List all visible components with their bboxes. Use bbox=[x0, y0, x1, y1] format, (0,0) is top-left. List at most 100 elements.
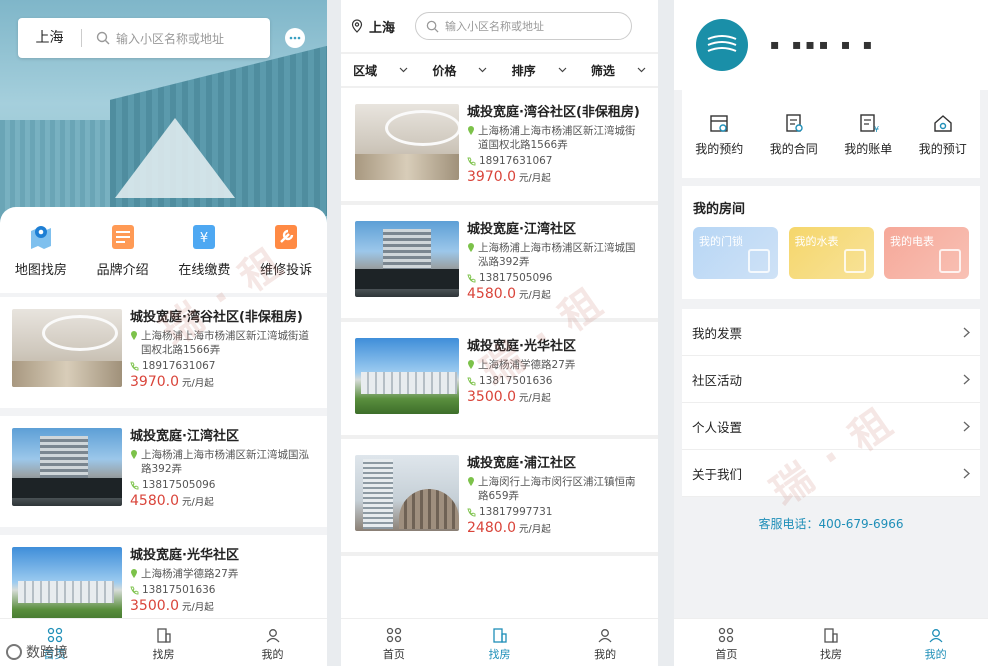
listing-price: 4580.0 bbox=[467, 286, 516, 302]
quick-brand[interactable]: 品牌介绍 bbox=[85, 221, 161, 293]
menu-appointments[interactable]: 我的预约 bbox=[695, 112, 743, 157]
building-sign: 成投宽庭 bbox=[358, 272, 415, 287]
listing-card[interactable]: 城投宽庭·湾谷社区(非保租房) 上海杨浦上海市杨浦区新江湾城街道国权北路1566… bbox=[341, 88, 658, 205]
row-personal-settings[interactable]: 个人设置 bbox=[682, 403, 980, 450]
listing-phone[interactable]: 18917631067 bbox=[142, 360, 216, 372]
row-label: 社区活动 bbox=[692, 372, 743, 388]
listing-phone[interactable]: 13817505096 bbox=[479, 272, 553, 284]
filter-area[interactable]: 区域 bbox=[341, 54, 420, 86]
city-selector[interactable]: 上海 bbox=[18, 29, 82, 47]
service-hotline[interactable]: 客服电话：400-679-6966 bbox=[674, 515, 988, 532]
chevron-right-icon bbox=[963, 421, 970, 431]
find-house-screen: 上海 输入小区名称或地址 区域 价格 排序 筛选 城投宽庭·湾谷社区(非保租房)… bbox=[341, 0, 658, 666]
chevron-down-icon bbox=[558, 67, 567, 73]
listing-card[interactable]: 城投宽庭·光华社区 上海杨浦学德路27弄 13817501636 3500.0 元… bbox=[341, 322, 658, 439]
tile-label: 我的电表 bbox=[890, 235, 934, 248]
tab-label: 首页 bbox=[382, 648, 405, 661]
tab-mine[interactable]: 我的 bbox=[552, 619, 658, 666]
filter-sort[interactable]: 排序 bbox=[500, 54, 579, 86]
location-icon bbox=[468, 243, 474, 252]
water-meter-tile[interactable]: 我的水表 bbox=[788, 227, 874, 279]
listing-address-row: 上海杨浦学德路27弄 bbox=[130, 567, 315, 581]
city-selector[interactable]: 上海 bbox=[369, 17, 395, 36]
listing-photo bbox=[355, 104, 459, 180]
listing-price: 4580.0 bbox=[130, 493, 179, 509]
tab-mine[interactable]: 我的 bbox=[218, 619, 327, 666]
listing-list: 城投宽庭·湾谷社区(非保租房) 上海杨浦上海市杨浦区新江湾城街道国权北路1566… bbox=[0, 297, 327, 654]
brand-icon bbox=[111, 225, 134, 249]
location-icon bbox=[131, 450, 137, 459]
price-unit: 元/月起 bbox=[182, 378, 214, 389]
listing-phone-row: 13817505096 bbox=[467, 272, 644, 284]
quick-payment[interactable]: ¥ 在线缴费 bbox=[166, 221, 242, 293]
listing-address-row: 上海杨浦上海市杨浦区新江湾城街道国权北路1566弄 bbox=[130, 329, 315, 357]
phone-icon bbox=[467, 377, 476, 385]
chevron-right-icon bbox=[963, 327, 970, 337]
tab-label: 我的 bbox=[594, 648, 617, 661]
door-lock-icon bbox=[748, 249, 770, 273]
listing-phone[interactable]: 13817505096 bbox=[142, 479, 216, 491]
tab-find-house[interactable]: 找房 bbox=[109, 619, 218, 666]
listing-title: 城投宽庭·湾谷社区(非保租房) bbox=[467, 105, 640, 120]
message-icon[interactable] bbox=[284, 27, 306, 49]
row-about-us[interactable]: 关于我们 bbox=[682, 450, 980, 497]
user-icon bbox=[598, 629, 612, 643]
row-invoices[interactable]: 我的发票 bbox=[682, 309, 980, 356]
menu-contracts[interactable]: 我的合同 bbox=[770, 112, 818, 157]
location-icon bbox=[131, 569, 137, 578]
phone-icon bbox=[130, 586, 139, 594]
tab-find-house[interactable]: 找房 bbox=[447, 619, 553, 666]
listing-price-row: 4580.0 元/月起 bbox=[130, 493, 315, 509]
quick-map-search[interactable]: 地图找房 bbox=[3, 221, 79, 293]
section-title: 我的房间 bbox=[693, 202, 746, 217]
listing-phone[interactable]: 13817997731 bbox=[479, 506, 553, 518]
phone-icon bbox=[130, 362, 139, 370]
quick-repair[interactable]: 维修投诉 bbox=[248, 221, 324, 293]
home-icon bbox=[719, 627, 734, 643]
listing-card[interactable]: 成投宽庭 城投宽庭·江湾社区 上海杨浦上海市杨浦区新江湾城国泓路392弄 138… bbox=[341, 205, 658, 322]
listing-address-row: 上海杨浦上海市杨浦区新江湾城国泓路392弄 bbox=[467, 241, 644, 269]
location-icon bbox=[351, 19, 363, 33]
listing-title: 城投宽庭·浦江社区 bbox=[467, 456, 576, 471]
door-lock-tile[interactable]: 我的门锁 bbox=[693, 227, 778, 279]
menu-label: 我的预约 bbox=[695, 141, 744, 156]
logo-text: 数跨境 bbox=[26, 645, 68, 661]
listing-phone-row: 18917631067 bbox=[130, 360, 315, 372]
bottom-tab-bar: 首页 找房 我的 bbox=[674, 618, 988, 666]
menu-label: 我的预订 bbox=[918, 141, 967, 156]
quick-label: 品牌介绍 bbox=[96, 263, 149, 278]
search-bar[interactable]: 上海 输入小区名称或地址 bbox=[18, 18, 270, 58]
filter-label: 筛选 bbox=[590, 63, 615, 78]
tab-find-house[interactable]: 找房 bbox=[779, 619, 884, 666]
listing-phone[interactable]: 13817501636 bbox=[479, 375, 553, 387]
listing-card[interactable]: 成投宽庭 城投宽庭·江湾社区 上海杨浦上海市杨浦区新江湾城国泓路392弄 138… bbox=[0, 416, 327, 527]
listing-card[interactable]: 城投宽庭·湾谷社区(非保租房) 上海杨浦上海市杨浦区新江湾城街道国权北路1566… bbox=[0, 297, 327, 408]
settings-list: 我的发票 社区活动 个人设置 关于我们 bbox=[682, 309, 980, 497]
listing-phone[interactable]: 18917631067 bbox=[479, 155, 553, 167]
quick-label: 地图找房 bbox=[14, 263, 67, 278]
menu-bills[interactable]: ¥ 我的账单 bbox=[844, 112, 892, 157]
location-icon bbox=[468, 360, 474, 369]
listing-price: 3500.0 bbox=[467, 389, 516, 405]
tab-home[interactable]: 首页 bbox=[674, 619, 779, 666]
search-icon bbox=[426, 20, 439, 33]
filter-more[interactable]: 筛选 bbox=[579, 54, 658, 86]
electric-meter-tile[interactable]: 我的电表 bbox=[884, 227, 969, 279]
row-community-events[interactable]: 社区活动 bbox=[682, 356, 980, 403]
menu-reservations[interactable]: 我的预订 bbox=[919, 112, 967, 157]
search-input[interactable]: 输入小区名称或地址 bbox=[415, 12, 633, 40]
listing-card[interactable]: 城投宽庭·浦江社区 上海闵行上海市闵行区浦江镇恒南路659弄 138179977… bbox=[341, 439, 658, 556]
listing-price: 2480.0 bbox=[467, 520, 516, 536]
listing-address: 上海杨浦上海市杨浦区新江湾城国泓路392弄 bbox=[141, 449, 309, 475]
listing-photo bbox=[355, 455, 459, 531]
tab-mine[interactable]: 我的 bbox=[883, 619, 988, 666]
phone-icon bbox=[130, 481, 139, 489]
home-icon bbox=[386, 627, 401, 643]
listing-phone[interactable]: 13817501636 bbox=[142, 584, 216, 596]
filter-price[interactable]: 价格 bbox=[420, 54, 499, 86]
listing-address-row: 上海杨浦上海市杨浦区新江湾城街道国权北路1566弄 bbox=[467, 124, 644, 152]
tab-home[interactable]: 首页 bbox=[341, 619, 447, 666]
avatar[interactable] bbox=[696, 19, 748, 71]
listing-phone-row: 13817501636 bbox=[130, 584, 315, 596]
electric-meter-icon bbox=[939, 249, 961, 273]
